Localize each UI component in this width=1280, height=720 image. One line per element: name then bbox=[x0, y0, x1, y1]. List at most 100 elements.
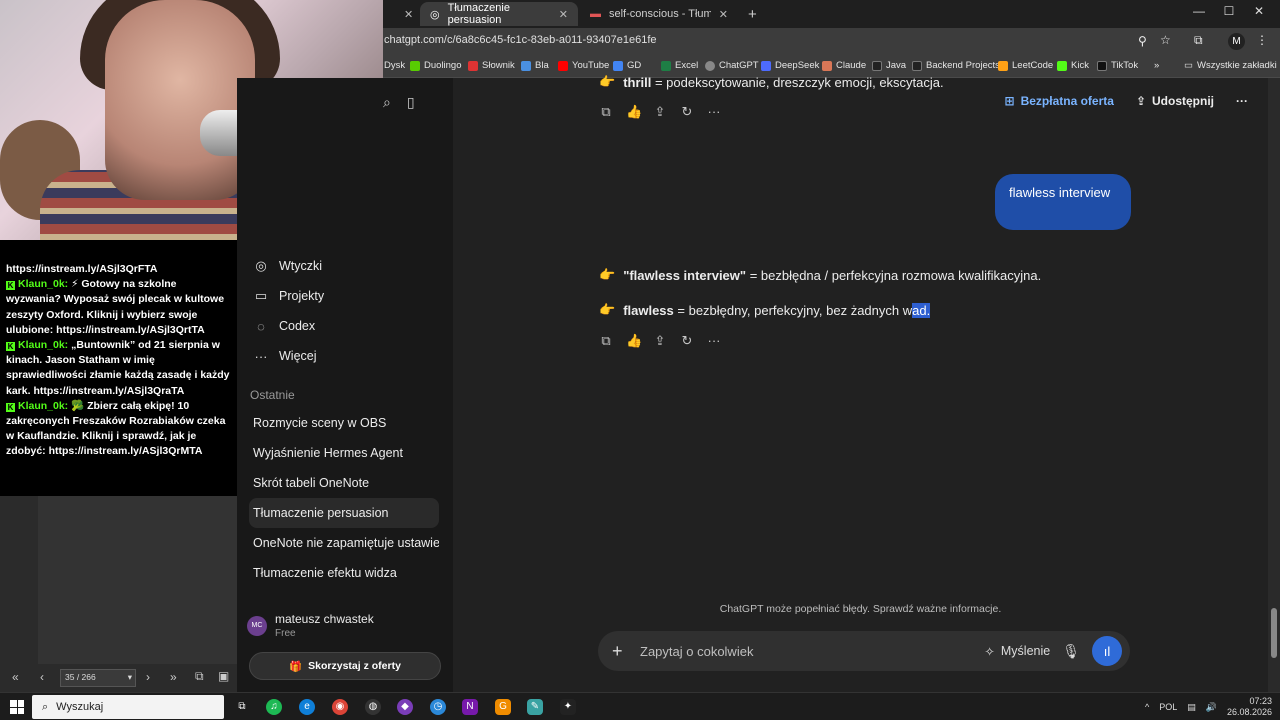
all-bookmarks-folder[interactable]: ▭ Wszystkie zakładki bbox=[1184, 60, 1277, 71]
notepad-icon[interactable]: ✎ bbox=[527, 699, 543, 715]
tab-tlumaczenie-persuasion[interactable]: ◎ Tłumaczenie persuasion ✕ bbox=[420, 2, 578, 26]
prev-page-icon[interactable]: ‹ bbox=[40, 670, 44, 684]
close-tab-icon[interactable]: ✕ bbox=[719, 8, 728, 21]
pointing-hand-icon: 👉 bbox=[599, 74, 616, 89]
recent-chat-item[interactable]: Rozmycie sceny w OBS bbox=[249, 408, 439, 438]
tiktok-icon bbox=[1097, 60, 1107, 71]
recent-chat-item[interactable]: Skrót tabeli OneNote bbox=[249, 468, 439, 498]
chat-message: https://instream.ly/ASjl3QrFTA bbox=[6, 263, 158, 275]
thumbs-icon[interactable]: 👍 bbox=[626, 104, 642, 120]
bookmarks-more-button[interactable]: » bbox=[1154, 60, 1159, 71]
taskbar-search[interactable]: ⌕ Wyszukaj bbox=[32, 695, 224, 719]
task-view-icon[interactable]: ⧉ bbox=[234, 699, 250, 715]
bookmark-kick[interactable]: Kick bbox=[1057, 60, 1089, 71]
app-icon[interactable]: G bbox=[495, 699, 511, 715]
recent-chat-item[interactable]: Tłumaczenie efektu widza bbox=[249, 558, 439, 588]
edge-icon[interactable]: e bbox=[299, 699, 315, 715]
pdf-viewer-area bbox=[0, 496, 237, 692]
recent-chat-item[interactable]: OneNote nie zapamiętuje ustawień bbox=[249, 528, 439, 558]
recent-chat-item-active[interactable]: Tłumaczenie persuasion bbox=[249, 498, 439, 528]
windows-start-icon[interactable] bbox=[10, 700, 24, 714]
share-icon[interactable]: ⇪ bbox=[653, 333, 667, 349]
minimize-icon[interactable]: — bbox=[1184, 4, 1214, 18]
microphone-icon[interactable]: 🎙 bbox=[1062, 643, 1080, 660]
copy-icon[interactable]: ⧉ bbox=[599, 104, 613, 120]
bookmark-dysk[interactable]: Dysk bbox=[384, 60, 405, 71]
search-icon[interactable]: ⌕ bbox=[383, 94, 391, 111]
bookmark-star-icon[interactable]: ☆ bbox=[1160, 33, 1171, 47]
plus-icon[interactable]: + bbox=[612, 641, 628, 662]
scrollbar[interactable] bbox=[1268, 78, 1280, 692]
first-page-icon[interactable]: « bbox=[12, 670, 19, 684]
kick-icon bbox=[1057, 60, 1067, 71]
new-tab-button[interactable]: + bbox=[738, 2, 767, 26]
toggle-sidebar-icon[interactable]: ▯ bbox=[407, 94, 415, 111]
browser-menu-icon[interactable]: ⋮ bbox=[1256, 33, 1268, 47]
clock-app-icon[interactable]: ◷ bbox=[430, 699, 446, 715]
last-page-icon[interactable]: » bbox=[170, 670, 177, 684]
extensions-icon[interactable]: ⧉ bbox=[1194, 33, 1203, 48]
thinking-mode-button[interactable]: ✧ Myślenie bbox=[984, 644, 1050, 659]
share-button[interactable]: ⇪ Udostępnij bbox=[1136, 94, 1214, 108]
layout-icon[interactable]: ▣ bbox=[218, 669, 229, 683]
message-actions: ⧉ 👍 ⇪ ↻ ··· bbox=[599, 333, 721, 349]
next-page-icon[interactable]: › bbox=[146, 670, 150, 684]
zoom-icon[interactable]: ⚲ bbox=[1138, 34, 1147, 48]
close-window-icon[interactable]: ✕ bbox=[1244, 4, 1274, 18]
chrome-icon[interactable]: ◉ bbox=[332, 699, 348, 715]
free-offer-link[interactable]: ⊞ Bezpłatna oferta bbox=[1005, 94, 1114, 108]
bookmark-backend-projects[interactable]: Backend Projects bbox=[912, 60, 1000, 71]
taskbar: ⌕ Wyszukaj ⧉ ♫ e ◉ ◍ ◆ ◷ N G ✎ ✦ ^ POL ▤ … bbox=[0, 692, 1280, 720]
spotify-icon[interactable]: ♫ bbox=[266, 699, 282, 715]
close-tab-icon[interactable]: ✕ bbox=[559, 8, 568, 21]
onenote-icon[interactable]: N bbox=[462, 699, 478, 715]
bookmark-claude[interactable]: Claude bbox=[822, 60, 866, 71]
app-icon[interactable]: ◆ bbox=[397, 699, 413, 715]
copy-icon[interactable]: ⧉ bbox=[195, 669, 204, 684]
thumbs-icon[interactable]: 👍 bbox=[626, 333, 642, 349]
more-icon[interactable]: ··· bbox=[707, 333, 721, 349]
tray-chevron-icon[interactable]: ^ bbox=[1145, 702, 1149, 712]
bookmark-duolingo[interactable]: Duolingo bbox=[410, 60, 462, 71]
bookmark-chatgpt[interactable]: ChatGPT bbox=[705, 60, 759, 71]
bookmark-gd[interactable]: GD bbox=[613, 60, 641, 71]
url-field[interactable]: chatgpt.com/c/6a8c6c45-fc1c-83eb-a011-93… bbox=[384, 34, 657, 46]
network-icon[interactable]: ▤ bbox=[1187, 702, 1196, 713]
share-icon[interactable]: ⇪ bbox=[653, 104, 667, 120]
copy-icon[interactable]: ⧉ bbox=[599, 333, 613, 349]
bookmark-deepseek[interactable]: DeepSeek bbox=[761, 60, 819, 71]
user-profile[interactable]: MC mateusz chwastek Free bbox=[247, 612, 374, 639]
more-options-icon[interactable]: ··· bbox=[1236, 94, 1248, 108]
profile-avatar[interactable]: M bbox=[1228, 33, 1245, 50]
obs-icon[interactable]: ◍ bbox=[365, 699, 381, 715]
sidebar-item-wtyczki[interactable]: ◎ Wtyczki bbox=[249, 251, 439, 281]
sidebar-item-wiecej[interactable]: ··· Więcej bbox=[249, 341, 439, 371]
regenerate-icon[interactable]: ↻ bbox=[680, 104, 694, 120]
clock[interactable]: 07:23 26.08.2026 bbox=[1227, 696, 1272, 718]
bookmark-youtube[interactable]: YouTube bbox=[558, 60, 609, 71]
prompt-input[interactable] bbox=[640, 643, 973, 659]
voice-mode-button[interactable]: ıl bbox=[1092, 636, 1122, 666]
scrollbar-thumb[interactable] bbox=[1271, 608, 1277, 658]
bookmark-tiktok[interactable]: TikTok bbox=[1097, 60, 1138, 71]
bookmark-excel[interactable]: Excel bbox=[661, 60, 698, 71]
sidebar-item-codex[interactable]: ◌ Codex bbox=[249, 311, 439, 341]
sidebar-item-projekty[interactable]: ▭ Projekty bbox=[249, 281, 439, 311]
bookmark-bla[interactable]: Bla bbox=[521, 60, 549, 71]
share-icon: ⇪ bbox=[1135, 94, 1146, 108]
bookmark-leetcode[interactable]: LeetCode bbox=[998, 60, 1053, 71]
claim-offer-button[interactable]: 🎁 Skorzystaj z oferty bbox=[249, 652, 441, 680]
tab-self-conscious[interactable]: ▬ self-conscious - Tłumaczenie p ✕ bbox=[580, 2, 738, 26]
recent-chat-item[interactable]: Wyjaśnienie Hermes Agent bbox=[249, 438, 439, 468]
regenerate-icon[interactable]: ↻ bbox=[680, 333, 694, 349]
app-icon[interactable]: ✦ bbox=[560, 699, 576, 715]
selected-text: ad. bbox=[912, 302, 931, 318]
volume-icon[interactable]: 🔊 bbox=[1206, 702, 1217, 713]
language-indicator[interactable]: POL bbox=[1159, 702, 1177, 712]
user-name: mateusz chwastek bbox=[275, 612, 374, 626]
bookmark-slownik[interactable]: Słownik bbox=[468, 60, 515, 71]
pdf-page-select[interactable]: 35 / 266 ▾ bbox=[60, 669, 136, 687]
more-icon[interactable]: ··· bbox=[707, 104, 721, 120]
maximize-icon[interactable]: ☐ bbox=[1214, 4, 1244, 18]
bookmark-java[interactable]: Java bbox=[872, 60, 906, 71]
